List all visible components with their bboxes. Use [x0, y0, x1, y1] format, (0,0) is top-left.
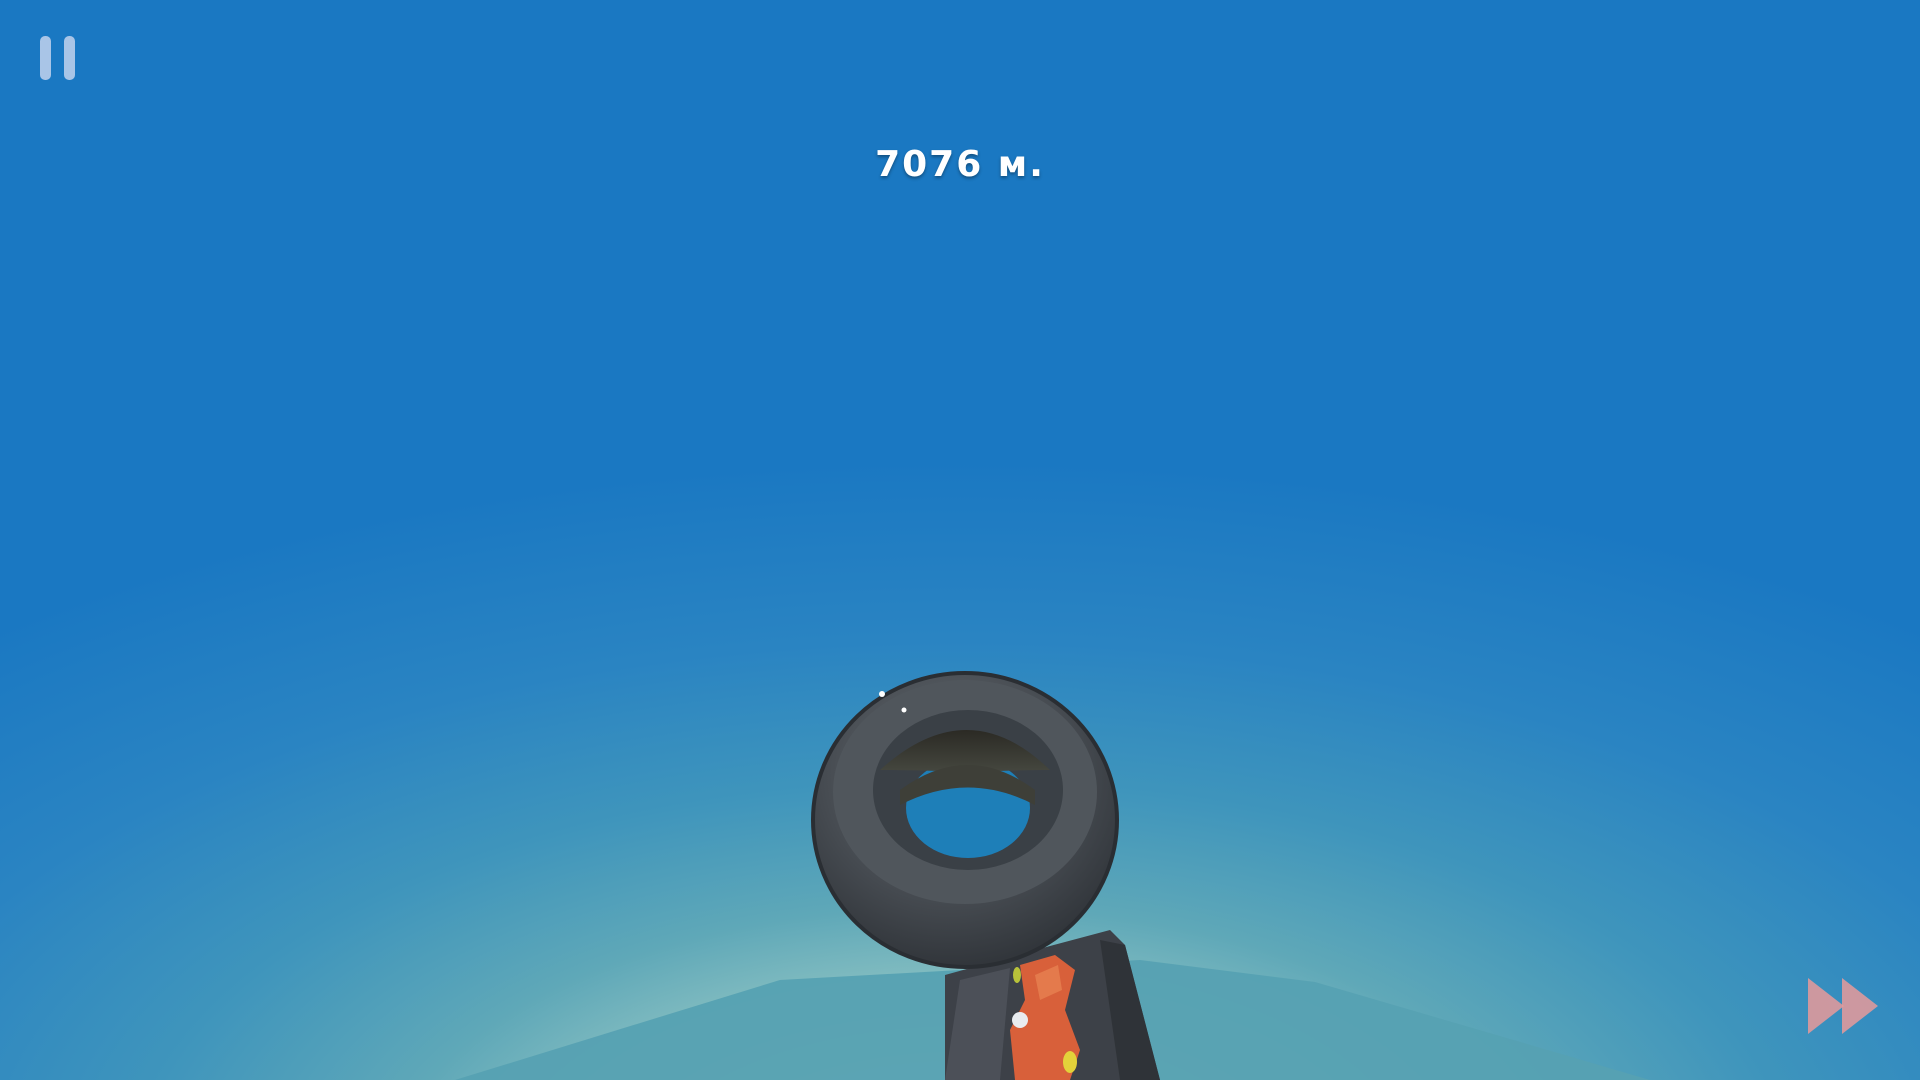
game-scene[interactable]: 7076 м. — [0, 0, 1920, 1080]
fast-forward-icon — [1808, 978, 1878, 1034]
tire-object — [811, 671, 1119, 969]
pause-button[interactable] — [36, 36, 80, 84]
distance-counter: 7076 м. — [875, 144, 1045, 185]
pause-icon — [40, 36, 51, 80]
fast-forward-button[interactable] — [1806, 976, 1886, 1036]
pause-icon-bar — [64, 36, 75, 80]
